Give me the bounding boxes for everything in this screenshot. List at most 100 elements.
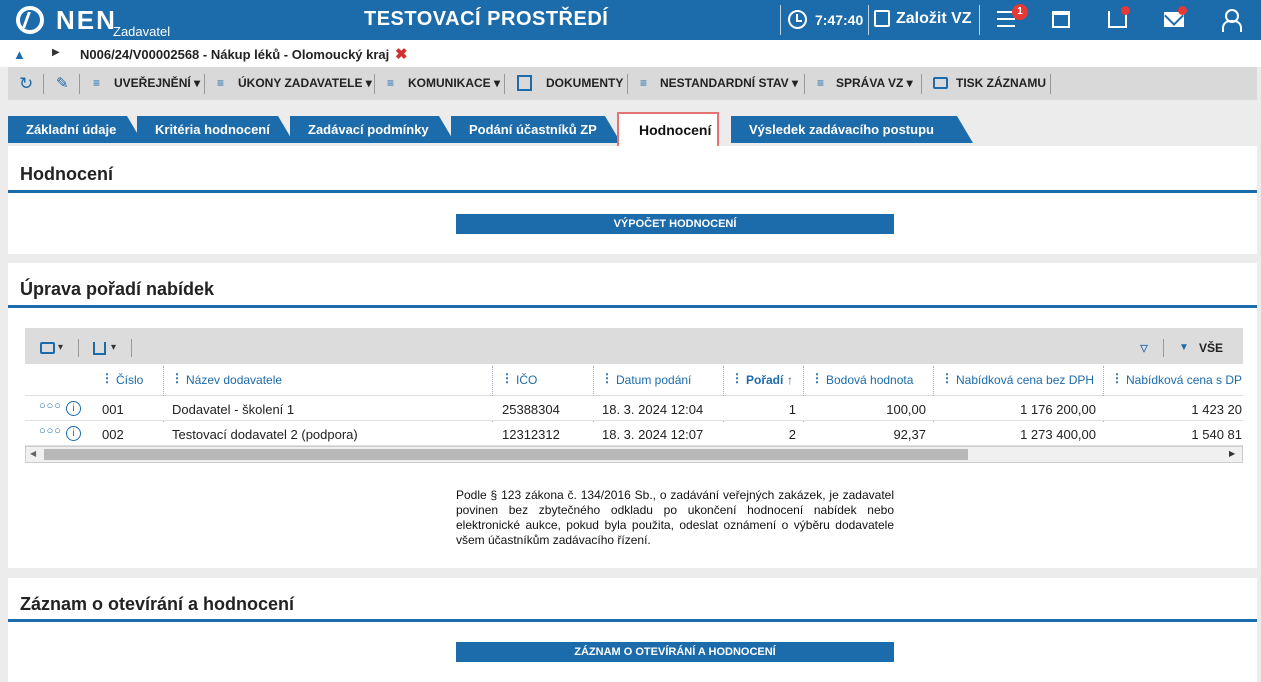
chevron-down-icon[interactable]: ▼ xyxy=(1179,342,1189,353)
column-menu-icon[interactable]: ⋮ xyxy=(1111,371,1123,385)
column-menu-icon[interactable]: ⋮ xyxy=(811,371,823,385)
breadcrumb-item[interactable]: N006/24/V00002568 - Nákup léků - Olomouc… xyxy=(80,47,389,62)
column-header-cena-bez-dph[interactable]: Nabídková cena bez DPH xyxy=(956,373,1094,387)
user-icon[interactable] xyxy=(1222,9,1242,32)
tab-hodnoceni[interactable]: Hodnocení xyxy=(617,112,719,146)
column-header-datum[interactable]: Datum podání xyxy=(616,373,691,387)
list-icon: ≡ xyxy=(640,76,648,90)
cell-cena-s-dph: 1 423 20 xyxy=(1191,402,1242,417)
menu-sprava-vz[interactable]: SPRÁVA VZ ▾ xyxy=(836,76,913,90)
divider xyxy=(8,619,1257,622)
cell-datum: 18. 3. 2024 12:07 xyxy=(602,427,704,442)
divider xyxy=(979,5,980,35)
logo-text[interactable]: NEN xyxy=(56,5,117,36)
panel-hodnoceni xyxy=(8,146,1257,254)
record-opening-button[interactable]: ZÁZNAM O OTEVÍRÁNÍ A HODNOCENÍ xyxy=(456,642,894,662)
cell-nazev: Dodavatel - školení 1 xyxy=(172,402,295,417)
calculate-evaluation-button[interactable]: VÝPOČET HODNOCENÍ xyxy=(456,214,894,234)
menu-nestandardni-stav[interactable]: NESTANDARDNÍ STAV ▾ xyxy=(660,76,798,90)
cell-poradi[interactable]: 1 xyxy=(730,402,796,417)
divider xyxy=(78,339,79,357)
tab-kriteria-hodnoceni[interactable]: Kritéria hodnocení xyxy=(137,116,294,143)
divider xyxy=(504,74,505,94)
divider xyxy=(374,74,375,94)
chevron-down-icon[interactable]: ▾ xyxy=(58,342,63,353)
cell-cena-bez-dph: 1 273 400,00 xyxy=(1020,427,1096,442)
list-icon: ≡ xyxy=(817,76,825,90)
divider xyxy=(79,74,80,94)
cell-poradi[interactable]: 2 xyxy=(730,427,796,442)
list-icon: ≡ xyxy=(217,76,225,90)
info-icon[interactable]: i xyxy=(66,401,81,416)
column-header-poradi[interactable]: Pořadí xyxy=(746,373,783,387)
edit-icon[interactable] xyxy=(874,10,890,27)
divider xyxy=(627,74,628,94)
divider xyxy=(921,74,922,94)
column-menu-icon[interactable]: ⋮ xyxy=(171,371,183,385)
column-menu-icon[interactable]: ⋮ xyxy=(601,371,613,385)
export-icon[interactable] xyxy=(93,342,106,355)
cell-body: 100,00 xyxy=(886,402,926,417)
legal-note: Podle § 123 zákona č. 134/2016 Sb., o za… xyxy=(456,488,894,547)
column-header-ico[interactable]: IČO xyxy=(516,373,537,387)
printer-icon[interactable] xyxy=(40,342,55,354)
menu-uverejneni[interactable]: UVEŘEJNĚNÍ ▾ xyxy=(114,76,200,90)
create-vz-button[interactable]: Založit VZ xyxy=(896,10,972,28)
divider xyxy=(780,5,781,35)
divider xyxy=(8,305,1257,308)
info-icon[interactable]: i xyxy=(66,426,81,441)
cell-ico: 12312312 xyxy=(502,427,560,442)
divider xyxy=(1163,339,1164,357)
print-record-button[interactable]: TISK ZÁZNAMU xyxy=(956,76,1046,90)
menu-dokumenty[interactable]: DOKUMENTY xyxy=(546,76,623,90)
divider xyxy=(804,74,805,94)
tab-podani-ucastniku[interactable]: Podání účastníků ZP xyxy=(451,116,621,143)
menu-ukony-zadavatele[interactable]: ÚKONY ZADAVATELE ▾ xyxy=(238,76,372,90)
tab-vysledek[interactable]: Výsledek zadávacího postupu xyxy=(731,116,973,143)
mail-alert-dot xyxy=(1178,6,1187,15)
row-actions-icon[interactable]: ○○○ xyxy=(39,425,62,437)
cell-cislo: 001 xyxy=(102,402,124,417)
column-menu-icon[interactable]: ⋮ xyxy=(101,371,113,385)
printer-icon xyxy=(933,77,948,89)
notification-badge: 1 xyxy=(1012,4,1028,20)
cell-datum: 18. 3. 2024 12:04 xyxy=(602,402,704,417)
cell-cena-bez-dph: 1 176 200,00 xyxy=(1020,402,1096,417)
top-bar xyxy=(0,0,1261,40)
tab-zakladni-udaje[interactable]: Základní údaje xyxy=(8,116,143,143)
column-header-nazev[interactable]: Název dodavatele xyxy=(186,373,282,387)
menu-komunikace[interactable]: KOMUNIKACE ▾ xyxy=(408,76,500,90)
tab-zadavaci-podminky[interactable]: Zadávací podmínky xyxy=(290,116,455,143)
panel-title: Úprava pořadí nabídek xyxy=(20,279,215,299)
cell-cena-s-dph: 1 540 81 xyxy=(1191,427,1242,442)
inbox-alert-dot xyxy=(1121,6,1130,15)
chevron-down-icon[interactable]: ▾ xyxy=(111,342,116,353)
clock-icon xyxy=(788,10,807,29)
column-header-cislo[interactable]: Číslo xyxy=(116,373,143,387)
scroll-left-icon[interactable]: ◀ xyxy=(30,449,36,458)
logo-subtitle: Zadavatel xyxy=(113,24,171,39)
cell-cislo: 002 xyxy=(102,427,124,442)
nen-logo-icon[interactable] xyxy=(16,6,44,34)
pencil-icon[interactable]: ✎ xyxy=(56,74,69,92)
column-menu-icon[interactable]: ⋮ xyxy=(731,371,743,385)
filter-icon[interactable]: ▿ xyxy=(1140,338,1148,358)
calendar-icon[interactable] xyxy=(1052,11,1070,28)
sort-ascending-icon[interactable]: ↑ xyxy=(787,373,793,387)
panel-title: Hodnocení xyxy=(20,164,113,184)
filter-all-label[interactable]: VŠE xyxy=(1199,341,1223,355)
divider xyxy=(8,190,1257,193)
column-menu-icon[interactable]: ⋮ xyxy=(941,371,953,385)
list-icon: ≡ xyxy=(93,76,101,90)
column-header-body[interactable]: Bodová hodnota xyxy=(826,373,913,387)
column-menu-icon[interactable]: ⋮ xyxy=(501,371,513,385)
scroll-right-icon[interactable]: ▶ xyxy=(1229,449,1235,458)
refresh-icon[interactable]: ↻ xyxy=(19,74,33,94)
row-actions-icon[interactable]: ○○○ xyxy=(39,400,62,412)
close-icon[interactable]: ✖ xyxy=(395,45,408,63)
cell-ico: 25388304 xyxy=(502,402,560,417)
home-icon[interactable]: ▲ xyxy=(13,47,26,62)
scrollbar-thumb[interactable] xyxy=(44,449,968,460)
document-icon xyxy=(517,75,532,91)
column-header-cena-s-dph[interactable]: Nabídková cena s DP xyxy=(1126,373,1242,387)
